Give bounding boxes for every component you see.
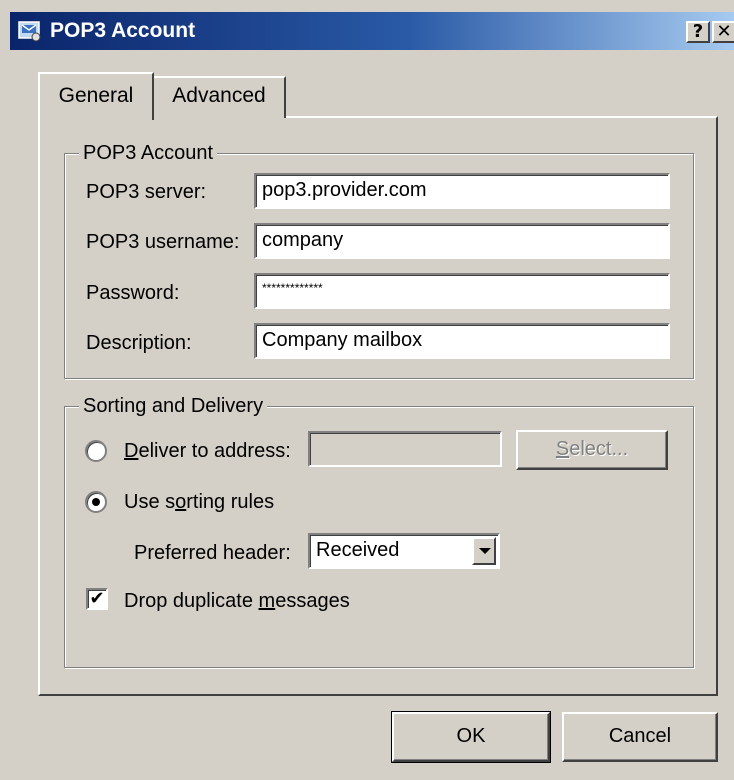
mail-account-icon <box>18 21 41 42</box>
group-legend: Sorting and Delivery <box>79 394 268 418</box>
ok-button[interactable]: OK <box>391 711 551 763</box>
deliver-address-input[interactable] <box>308 431 502 467</box>
pop3-account-dialog: POP3 Account ? ✕ General Advanced POP3 A… <box>0 0 734 780</box>
tab-general[interactable]: General <box>38 72 154 120</box>
close-button[interactable]: ✕ <box>712 21 734 43</box>
description-input[interactable]: Company mailbox <box>254 323 670 359</box>
help-button[interactable]: ? <box>686 21 710 43</box>
description-label: Description: <box>86 332 192 354</box>
deliver-to-address-radio[interactable] <box>85 440 107 462</box>
preferred-header-select[interactable]: Received <box>308 533 500 569</box>
group-legend: POP3 Account <box>79 141 218 165</box>
pop3-username-label: POP3 username: <box>86 231 240 253</box>
title-bar[interactable]: POP3 Account ? ✕ <box>10 12 734 50</box>
drop-duplicates-label[interactable]: Drop duplicate messages <box>124 588 350 614</box>
select-button[interactable]: Select... <box>516 430 668 470</box>
window-title: POP3 Account <box>50 19 196 42</box>
use-sorting-rules-radio[interactable] <box>85 491 107 513</box>
cancel-button[interactable]: Cancel <box>562 712 718 762</box>
preferred-header-label: Preferred header: <box>134 542 291 564</box>
pop3-username-input[interactable]: company <box>254 223 670 259</box>
deliver-to-address-label[interactable]: Deliver to address: <box>124 438 291 464</box>
preferred-header-value: Received <box>316 539 400 561</box>
pop3-server-label: POP3 server: <box>86 181 207 203</box>
chevron-down-icon[interactable] <box>472 537 496 565</box>
tab-advanced[interactable]: Advanced <box>152 76 286 118</box>
use-sorting-rules-label[interactable]: Use sorting rules <box>124 489 274 515</box>
drop-duplicates-checkbox[interactable]: ✔ <box>86 588 108 610</box>
password-input[interactable]: ************* <box>254 273 670 309</box>
pop3-server-input[interactable]: pop3.provider.com <box>254 173 670 209</box>
password-label: Password: <box>86 282 180 304</box>
